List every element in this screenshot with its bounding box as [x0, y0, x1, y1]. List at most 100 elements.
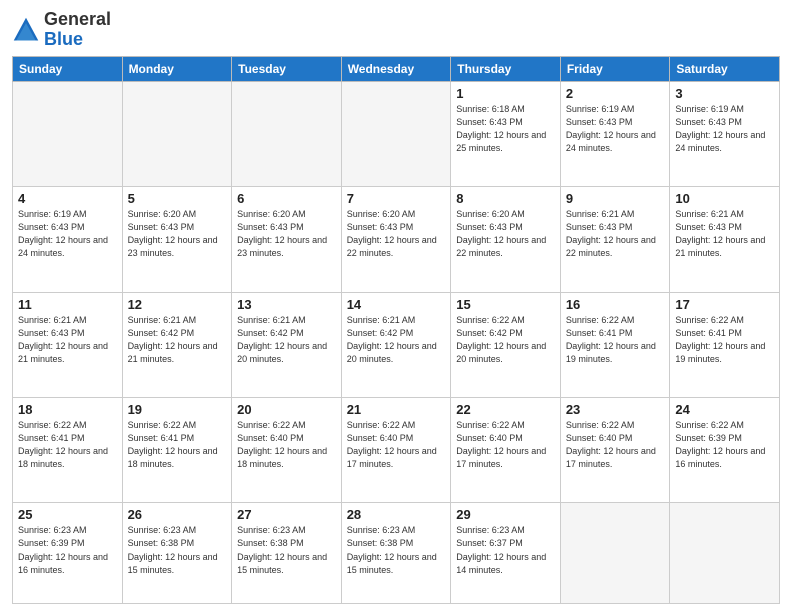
calendar-day-cell: 22 Sunrise: 6:22 AM Sunset: 6:40 PM Dayli…: [451, 397, 561, 502]
day-number: 28: [347, 507, 446, 522]
calendar-week-row: 4 Sunrise: 6:19 AM Sunset: 6:43 PM Daylig…: [13, 187, 780, 292]
calendar-week-row: 1 Sunrise: 6:18 AM Sunset: 6:43 PM Daylig…: [13, 81, 780, 186]
day-number: 7: [347, 191, 446, 206]
day-number: 24: [675, 402, 774, 417]
calendar-day-cell: 4 Sunrise: 6:19 AM Sunset: 6:43 PM Daylig…: [13, 187, 123, 292]
calendar-table: SundayMondayTuesdayWednesdayThursdayFrid…: [12, 56, 780, 604]
day-info: Sunrise: 6:22 AM Sunset: 6:40 PM Dayligh…: [347, 419, 446, 471]
calendar-day-cell: 18 Sunrise: 6:22 AM Sunset: 6:41 PM Dayli…: [13, 397, 123, 502]
day-number: 1: [456, 86, 555, 101]
day-number: 3: [675, 86, 774, 101]
weekday-header-cell: Thursday: [451, 56, 561, 81]
day-info: Sunrise: 6:22 AM Sunset: 6:39 PM Dayligh…: [675, 419, 774, 471]
day-number: 15: [456, 297, 555, 312]
day-info: Sunrise: 6:22 AM Sunset: 6:40 PM Dayligh…: [237, 419, 336, 471]
day-info: Sunrise: 6:19 AM Sunset: 6:43 PM Dayligh…: [675, 103, 774, 155]
logo-icon: [12, 16, 40, 44]
day-number: 21: [347, 402, 446, 417]
calendar-day-cell: 7 Sunrise: 6:20 AM Sunset: 6:43 PM Daylig…: [341, 187, 451, 292]
day-info: Sunrise: 6:22 AM Sunset: 6:41 PM Dayligh…: [18, 419, 117, 471]
weekday-header-cell: Wednesday: [341, 56, 451, 81]
calendar-day-cell: 13 Sunrise: 6:21 AM Sunset: 6:42 PM Dayli…: [232, 292, 342, 397]
day-info: Sunrise: 6:23 AM Sunset: 6:38 PM Dayligh…: [347, 524, 446, 576]
logo: General Blue: [12, 10, 111, 50]
calendar-day-cell: 29Sunrise: 6:23 AM Sunset: 6:37 PM Dayli…: [451, 503, 561, 604]
calendar-day-cell: 15 Sunrise: 6:22 AM Sunset: 6:42 PM Dayli…: [451, 292, 561, 397]
calendar-day-cell: 28 Sunrise: 6:23 AM Sunset: 6:38 PM Dayli…: [341, 503, 451, 604]
day-number: 4: [18, 191, 117, 206]
day-info: Sunrise: 6:22 AM Sunset: 6:40 PM Dayligh…: [456, 419, 555, 471]
day-number: 9: [566, 191, 665, 206]
day-info: Sunrise: 6:23 AM Sunset: 6:37 PM Dayligh…: [456, 524, 555, 576]
calendar-day-cell: 21 Sunrise: 6:22 AM Sunset: 6:40 PM Dayli…: [341, 397, 451, 502]
day-info: Sunrise: 6:20 AM Sunset: 6:43 PM Dayligh…: [347, 208, 446, 260]
day-info: Sunrise: 6:21 AM Sunset: 6:43 PM Dayligh…: [566, 208, 665, 260]
day-number: 26: [128, 507, 227, 522]
calendar-day-cell: 9 Sunrise: 6:21 AM Sunset: 6:43 PM Daylig…: [560, 187, 670, 292]
calendar-week-row: 11 Sunrise: 6:21 AM Sunset: 6:43 PM Dayli…: [13, 292, 780, 397]
day-number: 2: [566, 86, 665, 101]
day-info: Sunrise: 6:18 AM Sunset: 6:43 PM Dayligh…: [456, 103, 555, 155]
day-info: Sunrise: 6:22 AM Sunset: 6:40 PM Dayligh…: [566, 419, 665, 471]
day-info: Sunrise: 6:21 AM Sunset: 6:43 PM Dayligh…: [18, 314, 117, 366]
calendar-day-cell: 6 Sunrise: 6:20 AM Sunset: 6:43 PM Daylig…: [232, 187, 342, 292]
calendar-week-row: 25 Sunrise: 6:23 AM Sunset: 6:39 PM Dayli…: [13, 503, 780, 604]
day-number: 18: [18, 402, 117, 417]
day-number: 13: [237, 297, 336, 312]
calendar-day-cell: 11 Sunrise: 6:21 AM Sunset: 6:43 PM Dayli…: [13, 292, 123, 397]
calendar-day-cell: 5Sunrise: 6:20 AM Sunset: 6:43 PM Daylig…: [122, 187, 232, 292]
day-number: 16: [566, 297, 665, 312]
calendar-day-cell: 17Sunrise: 6:22 AM Sunset: 6:41 PM Dayli…: [670, 292, 780, 397]
day-info: Sunrise: 6:21 AM Sunset: 6:42 PM Dayligh…: [237, 314, 336, 366]
day-info: Sunrise: 6:22 AM Sunset: 6:42 PM Dayligh…: [456, 314, 555, 366]
day-info: Sunrise: 6:19 AM Sunset: 6:43 PM Dayligh…: [18, 208, 117, 260]
day-number: 22: [456, 402, 555, 417]
day-info: Sunrise: 6:22 AM Sunset: 6:41 PM Dayligh…: [675, 314, 774, 366]
day-number: 20: [237, 402, 336, 417]
weekday-header-cell: Saturday: [670, 56, 780, 81]
calendar-day-cell: 1 Sunrise: 6:18 AM Sunset: 6:43 PM Daylig…: [451, 81, 561, 186]
calendar-day-cell: 2Sunrise: 6:19 AM Sunset: 6:43 PM Daylig…: [560, 81, 670, 186]
calendar-day-cell: 8Sunrise: 6:20 AM Sunset: 6:43 PM Daylig…: [451, 187, 561, 292]
calendar-day-cell: 3 Sunrise: 6:19 AM Sunset: 6:43 PM Daylig…: [670, 81, 780, 186]
weekday-header-cell: Tuesday: [232, 56, 342, 81]
calendar-body: 1 Sunrise: 6:18 AM Sunset: 6:43 PM Daylig…: [13, 81, 780, 603]
calendar-day-cell: [232, 81, 342, 186]
logo-general: General: [44, 9, 111, 29]
calendar-day-cell: [670, 503, 780, 604]
calendar-day-cell: 23 Sunrise: 6:22 AM Sunset: 6:40 PM Dayli…: [560, 397, 670, 502]
calendar-day-cell: [13, 81, 123, 186]
header-row: General Blue: [12, 10, 780, 50]
day-number: 11: [18, 297, 117, 312]
day-info: Sunrise: 6:22 AM Sunset: 6:41 PM Dayligh…: [566, 314, 665, 366]
calendar-day-cell: [122, 81, 232, 186]
weekday-header-row: SundayMondayTuesdayWednesdayThursdayFrid…: [13, 56, 780, 81]
calendar-day-cell: 20 Sunrise: 6:22 AM Sunset: 6:40 PM Dayli…: [232, 397, 342, 502]
day-number: 14: [347, 297, 446, 312]
day-info: Sunrise: 6:23 AM Sunset: 6:39 PM Dayligh…: [18, 524, 117, 576]
logo-blue: Blue: [44, 29, 83, 49]
day-number: 19: [128, 402, 227, 417]
weekday-header-cell: Friday: [560, 56, 670, 81]
day-number: 25: [18, 507, 117, 522]
calendar-day-cell: 16 Sunrise: 6:22 AM Sunset: 6:41 PM Dayli…: [560, 292, 670, 397]
day-number: 12: [128, 297, 227, 312]
calendar-day-cell: 26Sunrise: 6:23 AM Sunset: 6:38 PM Dayli…: [122, 503, 232, 604]
calendar-week-row: 18 Sunrise: 6:22 AM Sunset: 6:41 PM Dayli…: [13, 397, 780, 502]
calendar-day-cell: 14 Sunrise: 6:21 AM Sunset: 6:42 PM Dayli…: [341, 292, 451, 397]
day-info: Sunrise: 6:20 AM Sunset: 6:43 PM Dayligh…: [237, 208, 336, 260]
calendar-day-cell: [341, 81, 451, 186]
day-number: 5: [128, 191, 227, 206]
calendar-page: General Blue SundayMondayTuesdayWednesda…: [0, 0, 792, 612]
logo-text: General Blue: [44, 10, 111, 50]
day-info: Sunrise: 6:21 AM Sunset: 6:42 PM Dayligh…: [347, 314, 446, 366]
day-number: 10: [675, 191, 774, 206]
day-info: Sunrise: 6:20 AM Sunset: 6:43 PM Dayligh…: [456, 208, 555, 260]
day-number: 6: [237, 191, 336, 206]
calendar-day-cell: 27Sunrise: 6:23 AM Sunset: 6:38 PM Dayli…: [232, 503, 342, 604]
day-info: Sunrise: 6:23 AM Sunset: 6:38 PM Dayligh…: [237, 524, 336, 576]
day-number: 23: [566, 402, 665, 417]
day-info: Sunrise: 6:22 AM Sunset: 6:41 PM Dayligh…: [128, 419, 227, 471]
calendar-day-cell: 10Sunrise: 6:21 AM Sunset: 6:43 PM Dayli…: [670, 187, 780, 292]
calendar-day-cell: 25 Sunrise: 6:23 AM Sunset: 6:39 PM Dayli…: [13, 503, 123, 604]
